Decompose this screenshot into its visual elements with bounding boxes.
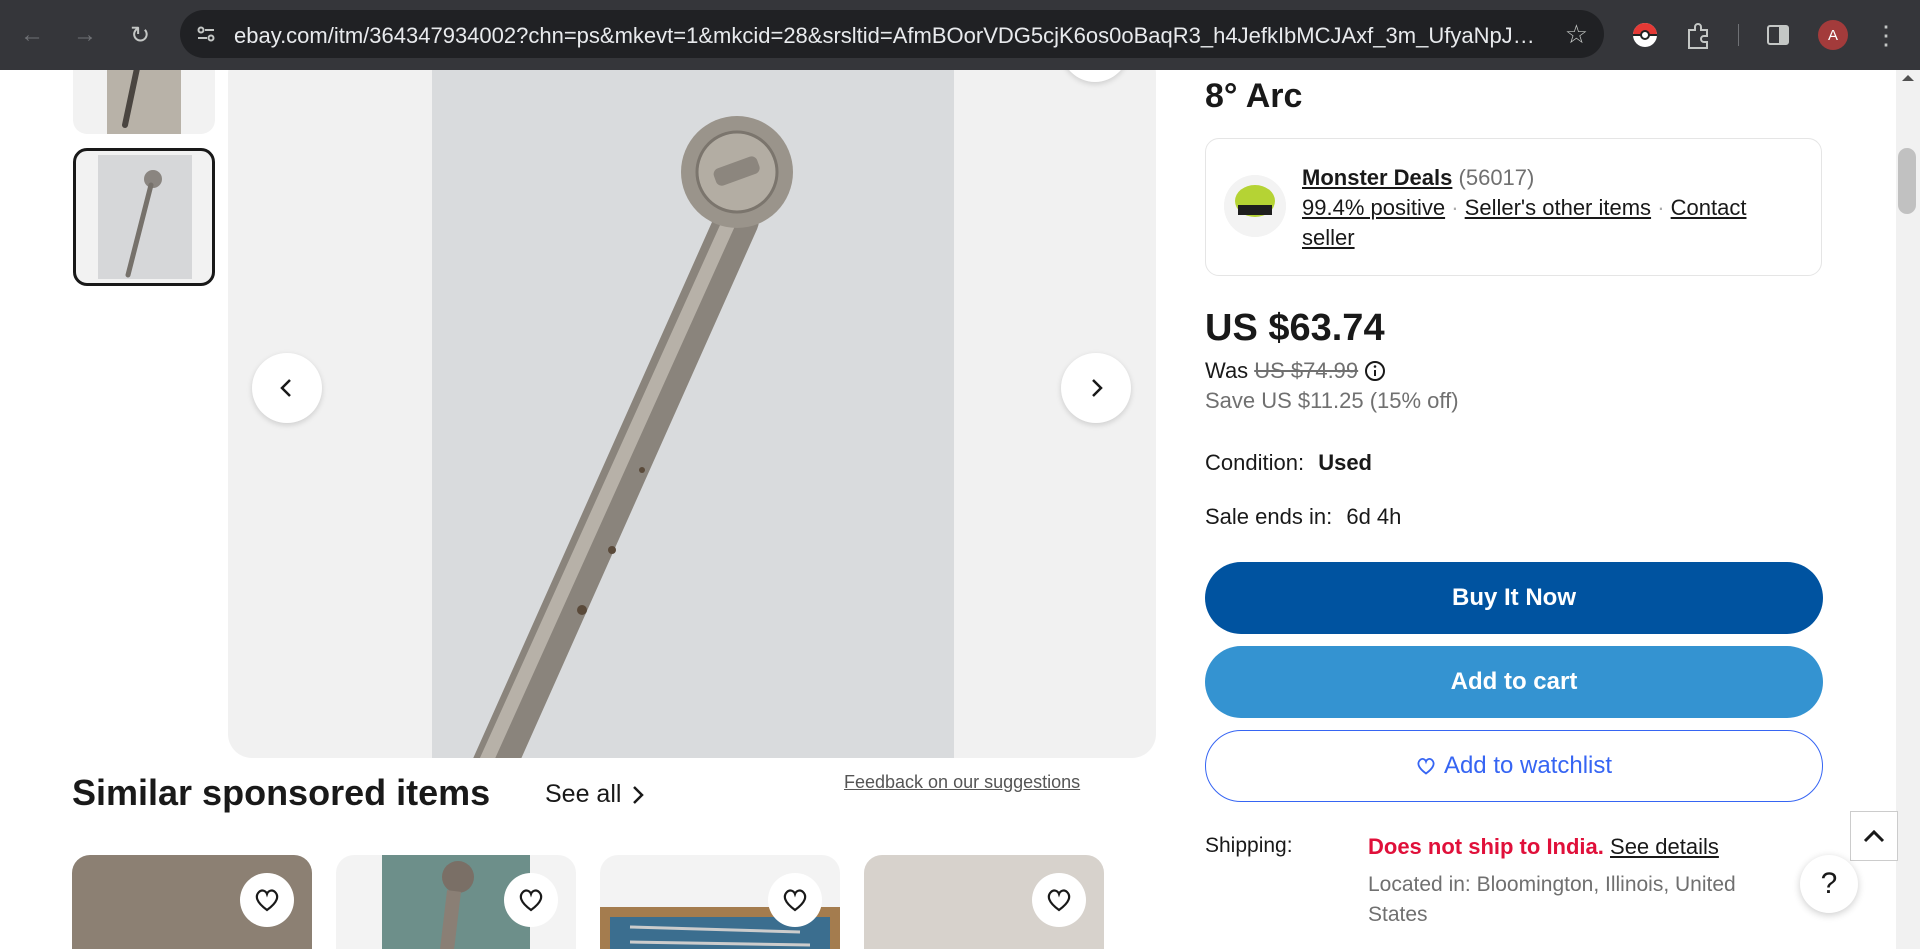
pokeball-extension-icon[interactable] bbox=[1630, 20, 1660, 50]
see-all-link[interactable]: See all bbox=[545, 780, 645, 809]
reload-icon[interactable]: ↻ bbox=[122, 17, 158, 53]
url-text[interactable]: ebay.com/itm/364347934002?chn=ps&mkevt=1… bbox=[234, 23, 1544, 49]
shipping-value: Does not ship to India. See details bbox=[1368, 834, 1719, 860]
seller-card: Monster Deals (56017) 99.4% positive · S… bbox=[1205, 138, 1822, 276]
forward-arrow-icon[interactable]: → bbox=[67, 17, 103, 53]
address-bar[interactable]: ebay.com/itm/364347934002?chn=ps&mkevt=1… bbox=[180, 10, 1604, 58]
previous-image-button[interactable] bbox=[252, 353, 322, 423]
shipping-warning: Does not ship to India. bbox=[1368, 834, 1604, 859]
was-price-row: Was US $74.99 bbox=[1205, 358, 1386, 384]
heart-icon bbox=[1047, 889, 1071, 912]
sale-ends-value: 6d 4h bbox=[1346, 504, 1402, 529]
similar-item-card[interactable] bbox=[336, 855, 576, 949]
was-label: Was bbox=[1205, 358, 1249, 383]
condition-label: Condition: bbox=[1205, 450, 1305, 475]
wrench-main-image bbox=[432, 70, 954, 758]
listing-page: Similar sponsored items See all Feedback… bbox=[0, 70, 1920, 949]
scrollbar-thumb[interactable] bbox=[1898, 148, 1916, 214]
info-icon[interactable] bbox=[1364, 360, 1386, 382]
wrench-thumbnail-image bbox=[107, 70, 181, 134]
see-all-label: See all bbox=[545, 780, 622, 808]
sale-ends-label: Sale ends in: bbox=[1205, 504, 1333, 529]
thumbnail-2-selected[interactable] bbox=[73, 148, 215, 286]
see-details-link[interactable]: See details bbox=[1610, 834, 1719, 859]
item-location: Located in: Bloomington, Illinois, Unite… bbox=[1368, 873, 1736, 926]
heart-icon bbox=[783, 889, 807, 912]
help-button[interactable]: ? bbox=[1800, 855, 1858, 913]
seller-logo[interactable] bbox=[1224, 175, 1286, 237]
wrench-thumbnail-image bbox=[98, 155, 192, 279]
heart-icon bbox=[255, 889, 279, 912]
add-to-cart-button[interactable]: Add to cart bbox=[1205, 646, 1823, 718]
back-to-top-button[interactable] bbox=[1850, 811, 1898, 861]
condition-value: Used bbox=[1318, 450, 1372, 475]
separator-dot: · bbox=[1657, 195, 1665, 220]
similar-item-card[interactable] bbox=[864, 855, 1104, 949]
watch-heart-button[interactable] bbox=[768, 873, 822, 927]
seller-info: Monster Deals (56017) 99.4% positive · S… bbox=[1302, 163, 1802, 253]
seller-other-items-link[interactable]: Seller's other items bbox=[1465, 195, 1651, 220]
watch-heart-button[interactable] bbox=[1032, 873, 1086, 927]
share-button[interactable] bbox=[1061, 70, 1129, 82]
extensions-puzzle-icon[interactable] bbox=[1683, 20, 1713, 50]
sale-ends-row: Sale ends in: 6d 4h bbox=[1205, 504, 1401, 530]
feedback-suggestions-link[interactable]: Feedback on our suggestions bbox=[844, 772, 1080, 793]
current-price: US $63.74 bbox=[1205, 307, 1385, 349]
bookmark-star-icon[interactable]: ☆ bbox=[1565, 20, 1588, 48]
chevron-up-icon bbox=[1863, 829, 1885, 843]
scroll-up-arrow-icon[interactable] bbox=[1896, 70, 1920, 86]
profile-avatar[interactable]: A bbox=[1818, 20, 1848, 50]
watchlist-label: Add to watchlist bbox=[1443, 752, 1613, 779]
side-panel-icon[interactable] bbox=[1763, 20, 1793, 50]
buy-it-now-button[interactable]: Buy It Now bbox=[1205, 562, 1823, 634]
watch-heart-button[interactable] bbox=[240, 873, 294, 927]
site-settings-icon[interactable] bbox=[194, 22, 218, 46]
toolbar-divider bbox=[1738, 24, 1739, 46]
seller-positive-link[interactable]: 99.4% positive bbox=[1302, 195, 1445, 220]
was-price: US $74.99 bbox=[1254, 358, 1359, 383]
heart-icon bbox=[519, 889, 543, 912]
shipping-label: Shipping: bbox=[1205, 834, 1293, 857]
add-to-watchlist-button[interactable]: Add to watchlist bbox=[1205, 730, 1823, 802]
main-image-gallery[interactable] bbox=[228, 70, 1156, 758]
heart-icon bbox=[1417, 757, 1435, 775]
chevron-right-icon bbox=[633, 785, 645, 804]
seller-feedback-count: (56017) bbox=[1458, 165, 1535, 190]
similar-item-card[interactable] bbox=[72, 855, 312, 949]
chevron-right-icon bbox=[1092, 379, 1103, 397]
similar-item-card[interactable] bbox=[600, 855, 840, 949]
browser-toolbar: ← → ↻ ebay.com/itm/364347934002?chn=ps&m… bbox=[0, 0, 1920, 70]
listing-title: 8° Arc bbox=[1205, 77, 1303, 115]
separator-dot: · bbox=[1451, 195, 1459, 220]
condition-row: Condition: Used bbox=[1205, 450, 1372, 476]
watch-heart-button[interactable] bbox=[504, 873, 558, 927]
thumbnail-1[interactable] bbox=[73, 70, 215, 134]
browser-menu-icon[interactable]: ⋮ bbox=[1868, 17, 1904, 53]
back-arrow-icon[interactable]: ← bbox=[14, 17, 50, 53]
savings-text: Save US $11.25 (15% off) bbox=[1205, 388, 1459, 413]
next-image-button[interactable] bbox=[1061, 353, 1131, 423]
chevron-left-icon bbox=[280, 379, 291, 397]
similar-items-heading: Similar sponsored items bbox=[72, 772, 491, 813]
monster-deals-logo-image bbox=[1224, 175, 1286, 237]
seller-name-link[interactable]: Monster Deals bbox=[1302, 165, 1452, 190]
